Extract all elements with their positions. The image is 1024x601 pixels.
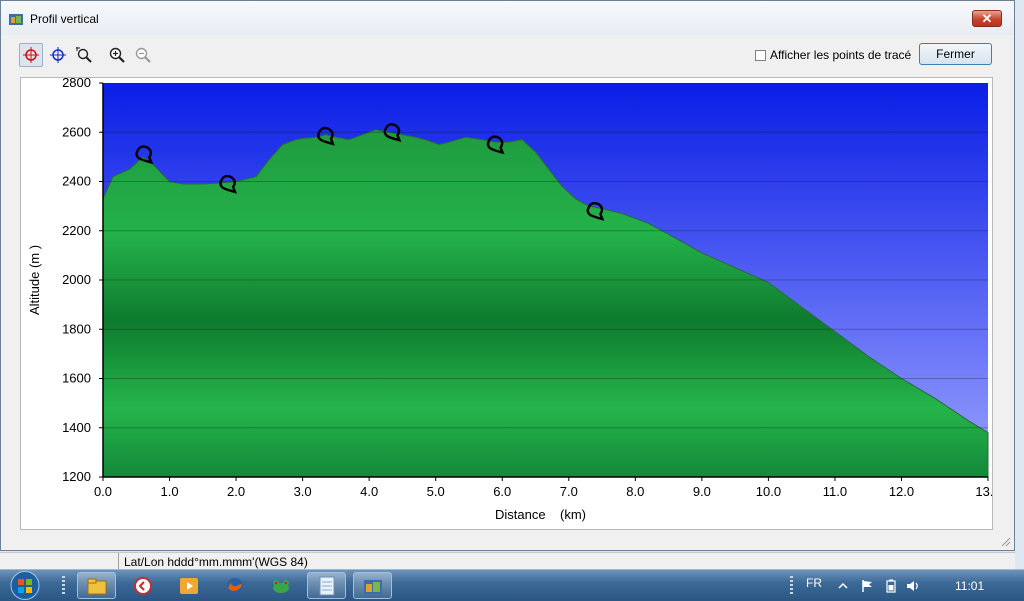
plot-area[interactable]	[102, 83, 989, 478]
battery-icon[interactable]	[884, 579, 898, 593]
x-tick-label: 7.0	[560, 484, 578, 499]
taskbar-notepad[interactable]	[307, 572, 346, 599]
x-tick-label: 8.0	[626, 484, 644, 499]
zoom-in-icon	[109, 47, 125, 63]
show-hidden-icons-icon[interactable]	[836, 579, 850, 593]
y-axis-label: Altitude (m )	[27, 245, 42, 315]
notepad-icon	[319, 576, 334, 595]
zoom-out-icon	[135, 47, 151, 63]
x-tick-label: 6.0	[493, 484, 511, 499]
x-tick-label: 12.0	[889, 484, 914, 499]
taskbar-grip[interactable]	[62, 576, 65, 596]
y-tick-label: 1400	[62, 420, 91, 435]
crosshair-move-icon	[50, 47, 66, 63]
zoom-out-tool[interactable]	[131, 43, 155, 67]
toolbar: Afficher les points de tracé Fermer	[1, 35, 1014, 75]
resize-grip-icon[interactable]	[999, 535, 1011, 547]
app-icon	[9, 14, 23, 25]
title-bar[interactable]: Profil vertical ✕	[1, 1, 1014, 35]
x-axis-label: Distance (km)	[495, 507, 586, 522]
status-bar: Lat/Lon hddd°mm.mmm'(WGS 84)	[0, 552, 1015, 570]
firefox-icon	[226, 577, 243, 594]
close-window-button[interactable]: ✕	[972, 10, 1002, 27]
media-player-icon	[179, 577, 198, 594]
taskbar-frog-app[interactable]	[261, 572, 300, 599]
volume-icon[interactable]	[906, 579, 920, 593]
show-points-label: Afficher les points de tracé	[770, 48, 912, 62]
crosshair-move-tool[interactable]	[46, 43, 70, 67]
taskbar-explorer[interactable]	[77, 572, 116, 599]
y-tick-label: 2200	[62, 223, 91, 238]
x-tick-label: 3.0	[294, 484, 312, 499]
clock[interactable]: 11:01	[955, 579, 984, 593]
x-tick-label: 10.0	[756, 484, 781, 499]
x-tick-label: 9.0	[693, 484, 711, 499]
zoom-area-tool[interactable]	[72, 43, 96, 67]
y-tick-label: 1200	[62, 469, 91, 484]
taskbar-media-player[interactable]	[169, 572, 208, 599]
zoom-in-tool[interactable]	[105, 43, 129, 67]
elevation-chart: 2800 2600 2400 2200 2000 1800 1600 1400 1200 0.0 1…	[20, 77, 993, 530]
taskbar-profile-app[interactable]	[353, 572, 392, 599]
y-tick-label: 1600	[62, 371, 91, 386]
x-tick-label: 4.0	[360, 484, 378, 499]
taskbar-media-center[interactable]	[123, 572, 162, 599]
crosshair-select-icon	[23, 47, 39, 63]
x-tick-label: 5.0	[427, 484, 445, 499]
show-points-checkbox[interactable]: Afficher les points de tracé	[755, 48, 911, 62]
file-explorer-icon	[87, 578, 106, 594]
y-tick-label: 2800	[62, 78, 91, 90]
x-tick-label: 13.3	[975, 484, 992, 499]
action-center-flag-icon[interactable]	[860, 579, 874, 593]
x-tick-label: 0.0	[94, 484, 112, 499]
y-tick-label: 2600	[62, 124, 91, 139]
close-button[interactable]: Fermer	[919, 43, 992, 65]
tray-grip[interactable]	[790, 576, 793, 596]
window-title: Profil vertical	[30, 12, 99, 26]
show-points-checkbox-box[interactable]	[755, 49, 766, 61]
x-tick-label: 2.0	[227, 484, 245, 499]
coordinate-format: Lat/Lon hddd°mm.mmm'(WGS 84)	[124, 555, 308, 569]
taskbar: FR 11:01	[0, 569, 1024, 601]
language-indicator[interactable]: FR	[806, 576, 822, 590]
crosshair-select-tool[interactable]	[19, 43, 43, 67]
y-tick-label: 2000	[62, 272, 91, 287]
y-tick-label: 2400	[62, 174, 91, 189]
x-tick-label: 11.0	[823, 484, 847, 499]
elevation-chart-svg: 2800 2600 2400 2200 2000 1800 1600 1400 12000.0 1…	[27, 78, 992, 522]
x-tick-label: 1.0	[161, 484, 179, 499]
profile-window: Profil vertical ✕ Afficher les points de…	[0, 0, 1015, 551]
y-tick-label: 1800	[62, 321, 91, 336]
frog-app-icon	[272, 579, 289, 593]
media-center-icon	[133, 576, 152, 595]
zoom-area-icon	[76, 47, 92, 63]
profile-app-icon	[363, 579, 382, 594]
status-divider	[118, 553, 119, 570]
taskbar-firefox[interactable]	[215, 572, 254, 599]
start-button-icon[interactable]	[6, 570, 44, 601]
